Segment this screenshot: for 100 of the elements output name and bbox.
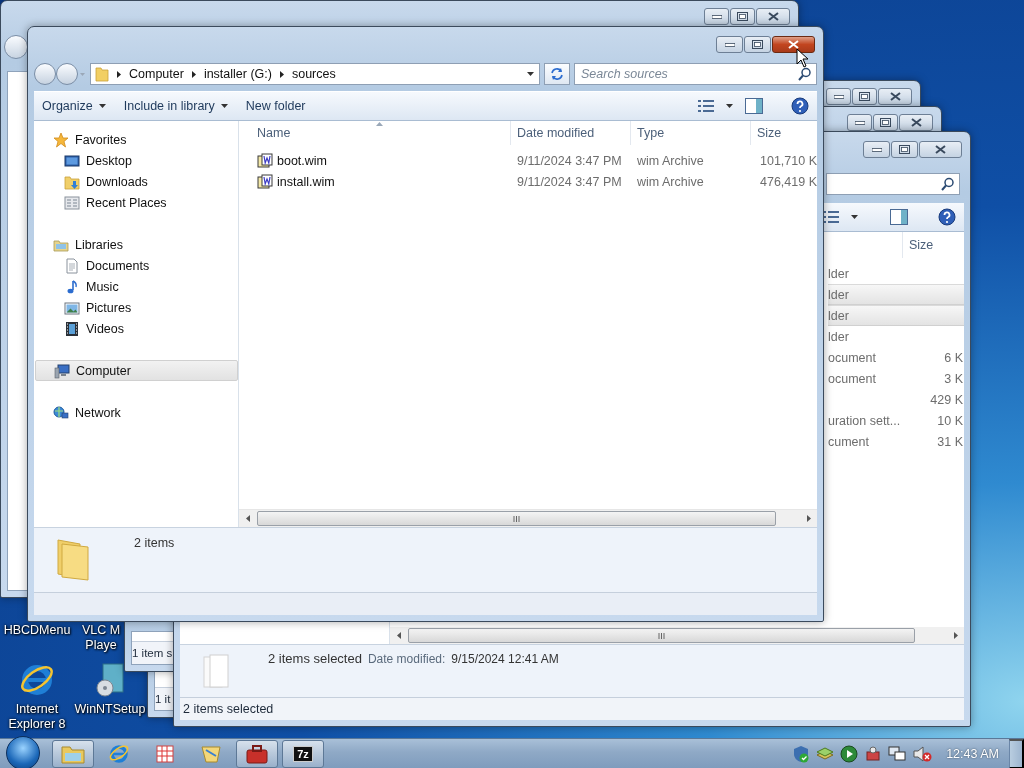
layers-icon [816,745,835,762]
desktop-icon-label[interactable]: VLC M Playe [81,623,121,653]
taskbar-button[interactable]: 7z [282,739,324,768]
table-cell-text: 9/11/2024 3:47 PM [516,153,623,168]
minimize-button[interactable] [704,8,729,25]
forward-button[interactable] [56,63,78,85]
nav-item[interactable]: Downloads [35,171,238,192]
minimize-icon [711,14,722,19]
maximize-icon [752,40,763,49]
maximize-button[interactable] [730,8,755,25]
scrollbar[interactable] [239,509,817,527]
start-button[interactable] [6,735,40,768]
scrollbar[interactable] [390,627,964,644]
file-row[interactable]: boot.wim 9/11/2024 3:47 PM wim Archive 101,710 K [239,150,817,171]
nav-item[interactable]: Desktop [35,150,238,171]
desktop-icon-label[interactable]: WinNTSetup [74,702,146,717]
column-header[interactable]: Size [903,232,934,258]
search-field[interactable]: Search sources [574,63,817,85]
field-label: Date modified: [367,651,446,666]
help-icon [938,208,956,226]
sort-arrow-icon [376,122,383,126]
maximize-icon [880,118,891,127]
search-field[interactable] [826,173,960,195]
column-header[interactable]: Type [631,121,751,145]
desktop-icon-label[interactable]: HBCDMenu [3,623,71,638]
table-cell: lder [828,329,849,344]
taskbar-button[interactable] [236,739,278,768]
setup-icon [93,662,127,698]
close-button[interactable] [756,8,790,25]
column-header[interactable]: Date modified [511,121,631,145]
column-header[interactable]: Size [751,121,817,145]
folder-icon [64,173,80,190]
tool-icon [864,744,883,763]
close-button[interactable] [899,114,933,131]
file-row[interactable]: lder [828,326,964,347]
toolbar-button[interactable]: Include in library [123,99,228,113]
taskbar-button[interactable] [52,739,94,768]
scrollbar-thumb[interactable] [408,628,915,643]
nav-item[interactable]: Documents [35,255,238,276]
help-icon [791,97,809,115]
toolbar-button[interactable]: Organize [42,99,106,113]
file-row[interactable]: ocument 3 K [828,368,964,389]
maximize-button[interactable] [891,141,918,158]
nav-item[interactable]: Computer [35,360,238,381]
nav-item[interactable]: Favorites [35,129,238,150]
toolbar-button[interactable]: New folder [245,99,306,113]
speaker-muted-icon [912,744,933,763]
search-icon [941,177,955,191]
refresh-button[interactable] [544,63,570,85]
close-button[interactable] [772,36,815,53]
file-row[interactable]: lder [828,305,964,326]
breadcrumb-item[interactable]: Computer [129,67,184,81]
maximize-button[interactable] [873,114,898,131]
file-row[interactable]: uration sett... 10 K [828,410,964,431]
right-arrow-icon [806,515,811,522]
close-button[interactable] [919,141,962,158]
table-cell: 10 K [937,413,963,428]
minimize-button[interactable] [847,114,872,131]
scrollbar-thumb[interactable] [257,511,776,526]
file-row[interactable]: lder [828,284,964,305]
network-icon [53,404,69,421]
field-value: 9/15/2024 12:41 AM [451,651,559,666]
minimize-button[interactable] [826,88,851,105]
preview-pane-icon [890,209,908,225]
address-bar[interactable]: Computer installer (G:) sources [90,63,540,85]
minimize-button[interactable] [716,36,743,53]
back-button[interactable] [4,35,28,59]
nav-item[interactable]: Network [35,402,238,423]
maximize-button[interactable] [852,88,877,105]
grip-icon [658,632,665,639]
folder-icon [95,66,109,82]
dropdown-icon [526,72,534,76]
file-row[interactable]: ocument 6 K [828,347,964,368]
left-arrow-icon [396,632,401,639]
view-list-icon [823,210,839,224]
breadcrumb-item[interactable]: sources [291,67,336,81]
desktop-icon-label[interactable]: Internet Explorer 8 [8,702,66,732]
table-cell: lder [828,266,849,281]
browser-icon [19,662,55,698]
star-icon [53,131,69,148]
file-row[interactable]: lder [828,263,964,284]
minimize-button[interactable] [863,141,890,158]
breadcrumb-item[interactable]: installer (G:) [203,67,272,81]
close-icon [935,145,946,154]
file-row[interactable]: cument 31 K [828,431,964,452]
folder-icon [200,743,222,764]
right-arrow-icon [953,632,958,639]
nav-item[interactable]: Music [35,276,238,297]
preview-pane-icon [745,98,763,114]
status-text: 2 items selected [183,702,274,716]
table-cell: 429 K [930,392,963,407]
nav-item[interactable]: Pictures [35,297,238,318]
show-desktop-button[interactable] [1009,738,1024,768]
close-button[interactable] [878,88,912,105]
nav-item[interactable]: Recent Places [35,192,238,213]
maximize-button[interactable] [744,36,771,53]
file-row[interactable]: 429 K [828,389,964,410]
nav-item[interactable]: Libraries [35,234,238,255]
file-row[interactable]: install.wim 9/11/2024 3:47 PM wim Archive 476,419 K [239,171,817,192]
nav-item[interactable]: Videos [35,318,238,339]
